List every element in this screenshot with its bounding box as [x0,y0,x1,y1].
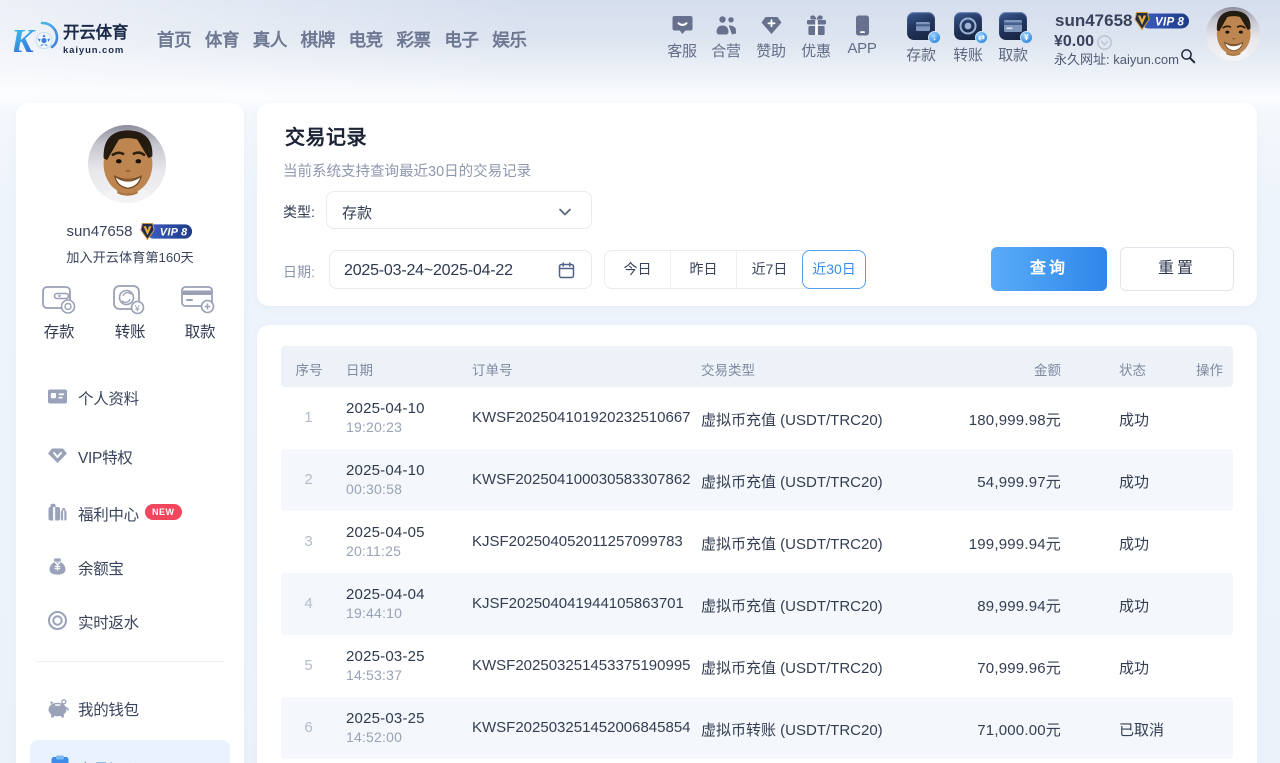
svg-text:VIP 8: VIP 8 [1155,16,1185,28]
svg-text:¥: ¥ [134,304,141,314]
svg-text:K: K [14,23,36,59]
svg-text:VIP 8: VIP 8 [160,227,188,239]
